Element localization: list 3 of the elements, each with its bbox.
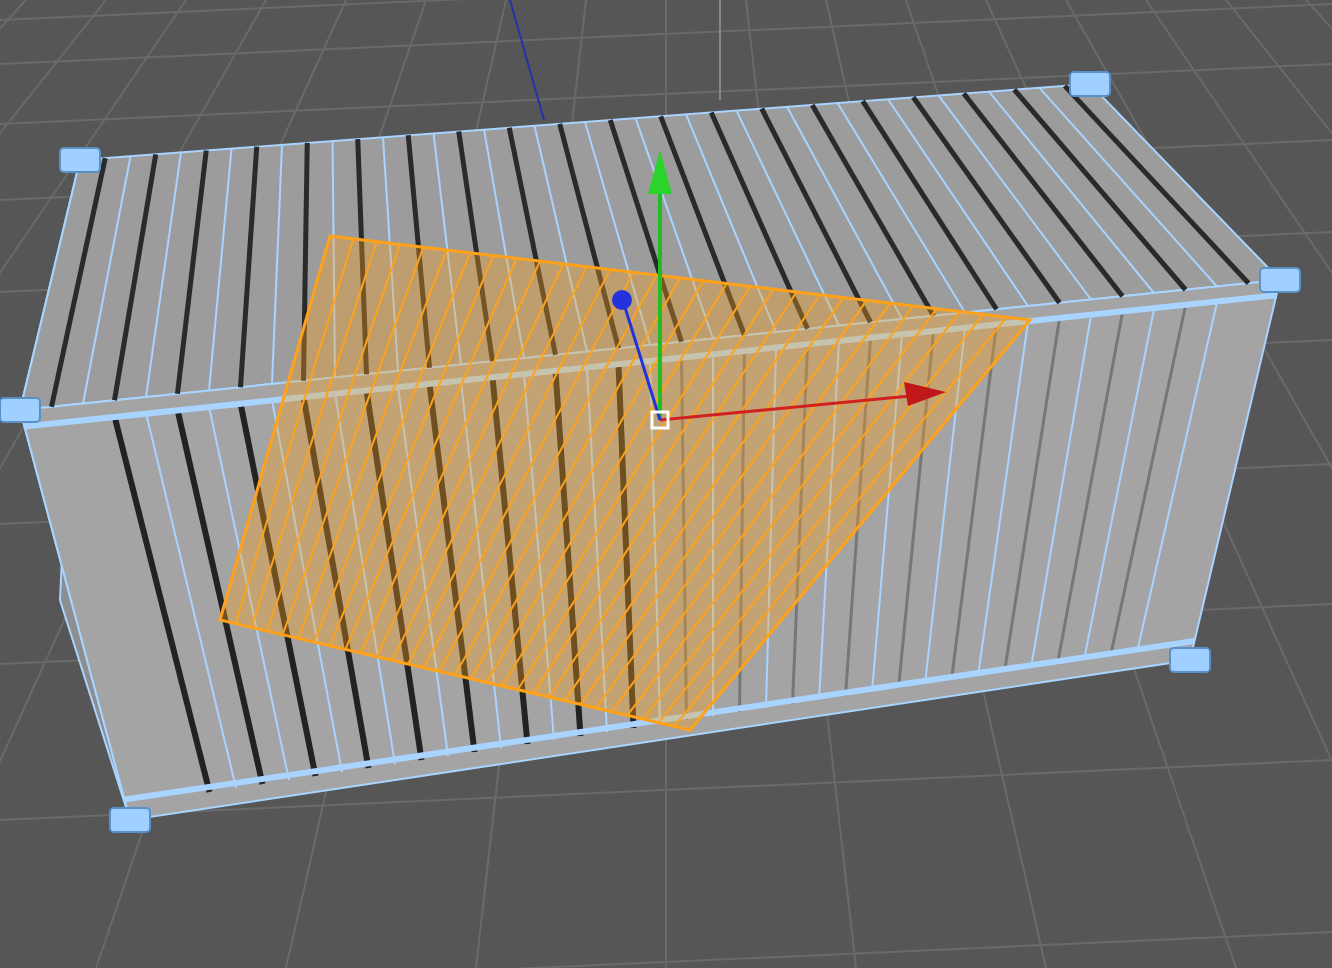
shipping-container-drawing[interactable] — [0, 71, 1301, 833]
axis-gizmo-drawing[interactable] — [612, 150, 946, 430]
plane-drawing[interactable] — [218, 234, 1033, 732]
